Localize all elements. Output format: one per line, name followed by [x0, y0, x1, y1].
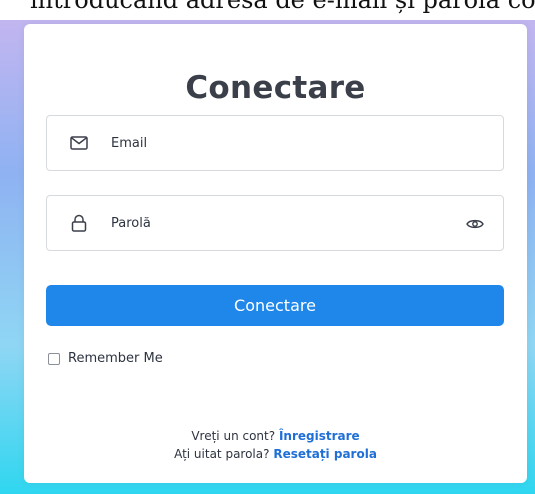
- remember-checkbox[interactable]: [48, 352, 60, 365]
- background-caption: introducând adresa de e-mail și parola c…: [0, 0, 535, 20]
- register-prompt: Vreți un cont?: [191, 429, 276, 443]
- login-button[interactable]: Conectare: [46, 285, 504, 326]
- email-field[interactable]: Email: [46, 115, 504, 171]
- login-card: Conectare Email Parolă Conectare Remembe…: [24, 24, 527, 483]
- password-field[interactable]: Parolă: [46, 195, 504, 251]
- register-link[interactable]: Înregistrare: [279, 429, 360, 443]
- account-links: Vreți un cont? Înregistrare Ați uitat pa…: [24, 427, 527, 463]
- remember-label: Remember Me: [68, 351, 163, 366]
- envelope-icon: [69, 133, 89, 153]
- forgot-prompt: Ați uitat parola?: [174, 447, 270, 461]
- page-title: Conectare: [185, 70, 366, 106]
- email-label: Email: [111, 135, 148, 151]
- password-label: Parolă: [111, 215, 151, 231]
- eye-icon[interactable]: [465, 214, 485, 234]
- forgot-line: Ați uitat parola? Resetați parola: [24, 445, 527, 463]
- lock-icon: [69, 213, 89, 233]
- remember-me[interactable]: Remember Me: [48, 351, 163, 366]
- reset-password-link[interactable]: Resetați parola: [273, 447, 377, 461]
- register-line: Vreți un cont? Înregistrare: [24, 427, 527, 445]
- caption-text: introducând adresa de e-mail și parola c…: [30, 0, 535, 14]
